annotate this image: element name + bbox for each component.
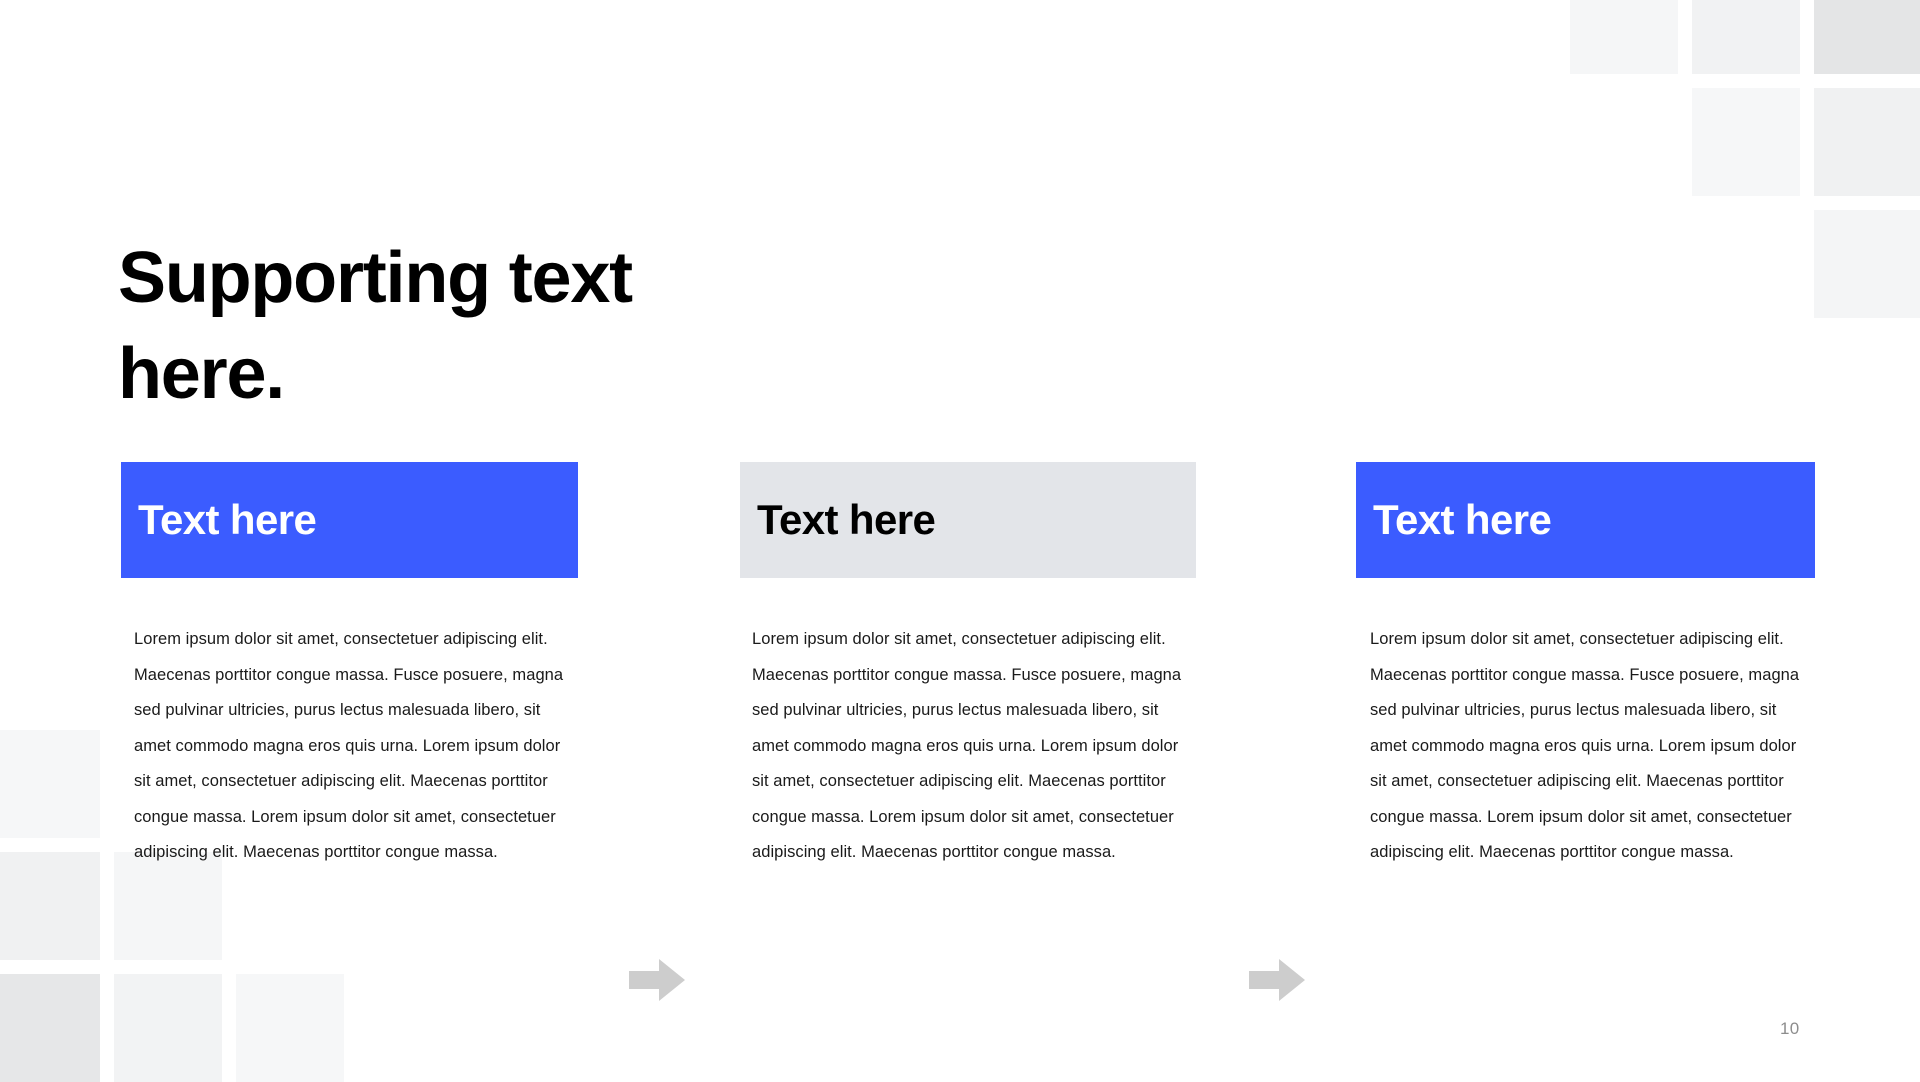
process-row: Text here Text here Text here	[0, 462, 1920, 1001]
decorative-square-top-right-1	[1570, 0, 1678, 74]
decorative-square-top-right-2	[1692, 0, 1800, 74]
page-title: Supporting text here.	[118, 230, 878, 422]
decorative-square-top-right-5	[1814, 88, 1920, 196]
page-title-line-2: here.	[118, 334, 285, 415]
arrow-right-icon	[1249, 959, 1305, 1001]
process-step-1-body: Lorem ipsum dolor sit amet, consectetuer…	[134, 622, 570, 871]
slide-canvas: Supporting text here. Text here Text her…	[0, 0, 1920, 1082]
decorative-square-bottom-left-5	[114, 974, 222, 1082]
process-step-2-label: Text here	[757, 496, 936, 543]
process-step-2-body: Lorem ipsum dolor sit amet, consectetuer…	[752, 622, 1188, 871]
decorative-square-top-right-6	[1814, 210, 1920, 318]
process-step-1-chip[interactable]: Text here	[121, 462, 578, 578]
process-step-2-chip[interactable]: Text here	[740, 462, 1196, 578]
process-step-3-body: Lorem ipsum dolor sit amet, consectetuer…	[1370, 622, 1806, 871]
decorative-square-bottom-left-6	[236, 974, 344, 1082]
arrow-right-icon	[629, 959, 685, 1001]
decorative-square-bottom-left-4	[0, 974, 100, 1082]
process-step-3-chip[interactable]: Text here	[1356, 462, 1815, 578]
decorative-square-top-right-3	[1814, 0, 1920, 74]
process-step-1-label: Text here	[138, 496, 317, 543]
body-paragraph: Lorem ipsum dolor sit amet, consectetuer…	[752, 630, 1182, 861]
decorative-square-bottom-left-2	[0, 852, 100, 960]
decorative-square-top-right-4	[1692, 88, 1800, 196]
page-number: 10	[1780, 1019, 1800, 1038]
process-step-3-label: Text here	[1373, 496, 1552, 543]
page-title-line-1: Supporting text	[118, 238, 633, 319]
body-paragraph: Lorem ipsum dolor sit amet, consectetuer…	[1370, 630, 1800, 861]
decorative-square-bottom-left-1	[0, 730, 100, 838]
body-paragraph: Lorem ipsum dolor sit amet, consectetuer…	[134, 630, 564, 861]
